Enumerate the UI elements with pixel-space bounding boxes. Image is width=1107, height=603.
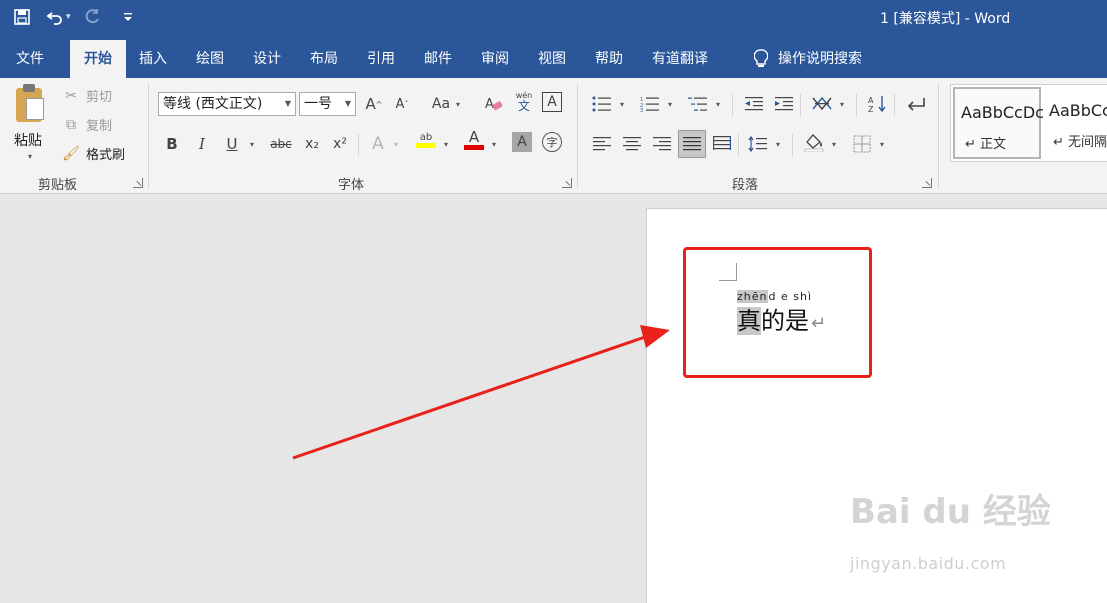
baidu-watermark-url: jingyan.baidu.com	[850, 554, 1007, 573]
baidu-watermark: Bai du 经验	[850, 492, 1051, 532]
